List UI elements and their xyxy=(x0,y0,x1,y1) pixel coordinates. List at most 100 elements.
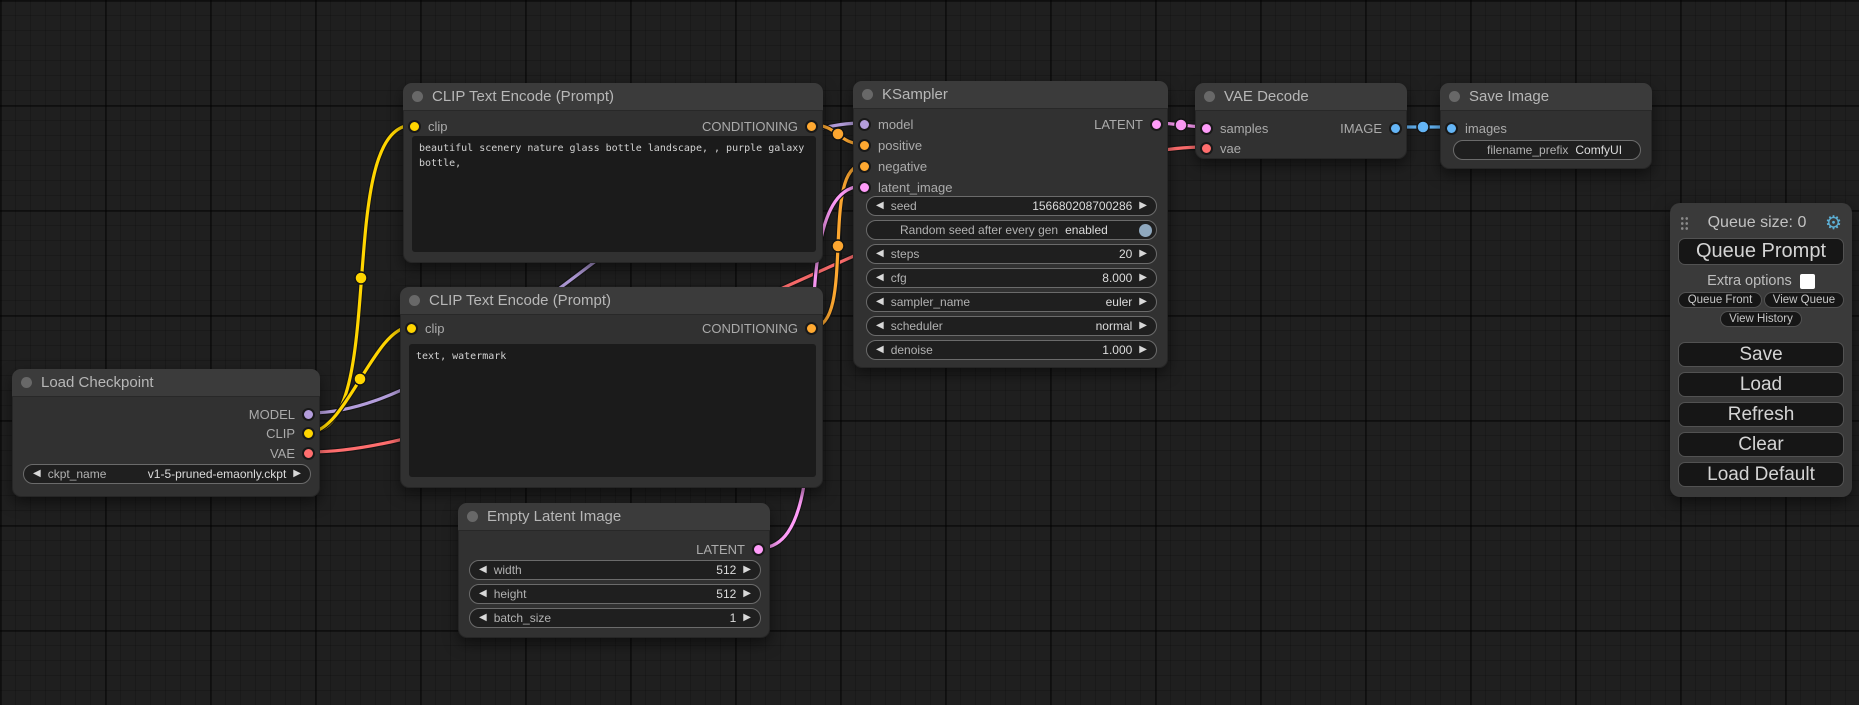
clip-socket-icon[interactable] xyxy=(302,427,315,440)
view-history-button[interactable]: View History xyxy=(1720,311,1802,327)
refresh-button[interactable]: Refresh xyxy=(1678,402,1844,427)
increment-arrow-icon[interactable]: ▶ xyxy=(743,589,751,599)
load-button[interactable]: Load xyxy=(1678,372,1844,397)
increment-arrow-icon[interactable]: ▶ xyxy=(1139,249,1147,259)
collapse-dot-icon[interactable] xyxy=(409,295,420,306)
node-header[interactable]: VAE Decode xyxy=(1195,83,1407,111)
extra-options-checkbox[interactable] xyxy=(1800,274,1815,289)
port-vae-input[interactable]: vae xyxy=(1200,141,1241,155)
node-header[interactable]: CLIP Text Encode (Prompt) xyxy=(400,287,823,315)
decrement-arrow-icon[interactable]: ◀ xyxy=(876,273,884,283)
port-model-input[interactable]: model xyxy=(858,117,913,131)
image-socket-icon[interactable] xyxy=(1389,122,1402,135)
port-latent-image-input[interactable]: latent_image xyxy=(858,180,952,194)
node-header[interactable]: Empty Latent Image xyxy=(458,503,770,531)
node-empty-latent-image[interactable]: Empty Latent Image LATENT ◀ width 512 ▶ … xyxy=(458,503,770,638)
port-latent-output[interactable]: LATENT xyxy=(1094,117,1163,131)
steps-widget[interactable]: ◀ steps 20 ▶ xyxy=(866,244,1157,264)
load-default-button[interactable]: Load Default xyxy=(1678,462,1844,487)
node-header[interactable]: KSampler xyxy=(853,81,1168,109)
sampler-name-widget[interactable]: ◀ sampler_name euler ▶ xyxy=(866,292,1157,312)
queue-prompt-button[interactable]: Queue Prompt xyxy=(1678,238,1844,265)
settings-gear-icon[interactable]: ⚙ xyxy=(1825,214,1842,233)
node-load-checkpoint[interactable]: Load Checkpoint MODEL CLIP VAE ◀ ckpt_na… xyxy=(12,369,320,497)
port-latent-output[interactable]: LATENT xyxy=(696,542,765,556)
collapse-dot-icon[interactable] xyxy=(21,377,32,388)
port-clip-input[interactable]: clip xyxy=(408,119,448,133)
filename-prefix-widget[interactable]: filename_prefix ComfyUI xyxy=(1453,140,1641,160)
toggle-enabled-icon[interactable] xyxy=(1139,224,1152,237)
port-positive-input[interactable]: positive xyxy=(858,138,922,152)
decrement-arrow-icon[interactable]: ◀ xyxy=(33,469,41,479)
batch-size-widget[interactable]: ◀ batch_size 1 ▶ xyxy=(469,608,761,628)
latent-socket-icon[interactable] xyxy=(752,543,765,556)
vae-socket-icon[interactable] xyxy=(1200,142,1213,155)
decrement-arrow-icon[interactable]: ◀ xyxy=(876,297,884,307)
increment-arrow-icon[interactable]: ▶ xyxy=(1139,273,1147,283)
clip-socket-icon[interactable] xyxy=(408,120,421,133)
view-queue-button[interactable]: View Queue xyxy=(1764,292,1844,308)
latent-socket-icon[interactable] xyxy=(1150,118,1163,131)
increment-arrow-icon[interactable]: ▶ xyxy=(1139,345,1147,355)
collapse-dot-icon[interactable] xyxy=(467,511,478,522)
node-header[interactable]: Save Image xyxy=(1440,83,1652,111)
collapse-dot-icon[interactable] xyxy=(1204,91,1215,102)
node-header[interactable]: Load Checkpoint xyxy=(12,369,320,397)
random-seed-toggle-widget[interactable]: Random seed after every gen enabled xyxy=(866,220,1157,240)
vae-socket-icon[interactable] xyxy=(302,447,315,460)
ckpt-name-widget[interactable]: ◀ ckpt_name v1-5-pruned-emaonly.ckpt ▶ xyxy=(23,464,311,484)
node-vae-decode[interactable]: VAE Decode samples IMAGE vae xyxy=(1195,83,1407,159)
node-ksampler[interactable]: KSampler model LATENT positive negative … xyxy=(853,81,1168,368)
drag-handle-icon[interactable] xyxy=(1680,216,1689,231)
decrement-arrow-icon[interactable]: ◀ xyxy=(876,249,884,259)
model-socket-icon[interactable] xyxy=(302,408,315,421)
port-image-output[interactable]: IMAGE xyxy=(1340,121,1402,135)
latent-socket-icon[interactable] xyxy=(1200,122,1213,135)
width-widget[interactable]: ◀ width 512 ▶ xyxy=(469,560,761,580)
collapse-dot-icon[interactable] xyxy=(1449,91,1460,102)
port-samples-input[interactable]: samples xyxy=(1200,121,1268,135)
clip-socket-icon[interactable] xyxy=(405,322,418,335)
decrement-arrow-icon[interactable]: ◀ xyxy=(479,565,487,575)
increment-arrow-icon[interactable]: ▶ xyxy=(743,613,751,623)
decrement-arrow-icon[interactable]: ◀ xyxy=(479,589,487,599)
decrement-arrow-icon[interactable]: ◀ xyxy=(479,613,487,623)
conditioning-socket-icon[interactable] xyxy=(805,120,818,133)
node-clip-text-encode-positive[interactable]: CLIP Text Encode (Prompt) clip CONDITION… xyxy=(403,83,823,263)
scheduler-widget[interactable]: ◀ scheduler normal ▶ xyxy=(866,316,1157,336)
negative-prompt-textarea[interactable]: text, watermark xyxy=(409,344,816,477)
latent-socket-icon[interactable] xyxy=(858,181,871,194)
node-clip-text-encode-negative[interactable]: CLIP Text Encode (Prompt) clip CONDITION… xyxy=(400,287,823,488)
cfg-widget[interactable]: ◀ cfg 8.000 ▶ xyxy=(866,268,1157,288)
model-socket-icon[interactable] xyxy=(858,118,871,131)
decrement-arrow-icon[interactable]: ◀ xyxy=(876,321,884,331)
save-button[interactable]: Save xyxy=(1678,342,1844,367)
increment-arrow-icon[interactable]: ▶ xyxy=(1139,201,1147,211)
increment-arrow-icon[interactable]: ▶ xyxy=(293,469,301,479)
conditioning-socket-icon[interactable] xyxy=(858,160,871,173)
seed-widget[interactable]: ◀ seed 156680208700286 ▶ xyxy=(866,196,1157,216)
node-header[interactable]: CLIP Text Encode (Prompt) xyxy=(403,83,823,111)
conditioning-socket-icon[interactable] xyxy=(805,322,818,335)
increment-arrow-icon[interactable]: ▶ xyxy=(743,565,751,575)
height-widget[interactable]: ◀ height 512 ▶ xyxy=(469,584,761,604)
positive-prompt-textarea[interactable]: beautiful scenery nature glass bottle la… xyxy=(412,136,816,252)
conditioning-socket-icon[interactable] xyxy=(858,139,871,152)
port-conditioning-output[interactable]: CONDITIONING xyxy=(702,321,818,335)
node-save-image[interactable]: Save Image images filename_prefix ComfyU… xyxy=(1440,83,1652,169)
queue-front-button[interactable]: Queue Front xyxy=(1678,292,1762,308)
collapse-dot-icon[interactable] xyxy=(412,91,423,102)
port-clip-output[interactable]: CLIP xyxy=(266,426,315,440)
port-conditioning-output[interactable]: CONDITIONING xyxy=(702,119,818,133)
port-clip-input[interactable]: clip xyxy=(405,321,445,335)
collapse-dot-icon[interactable] xyxy=(862,89,873,100)
port-vae-output[interactable]: VAE xyxy=(270,446,315,460)
port-negative-input[interactable]: negative xyxy=(858,159,927,173)
decrement-arrow-icon[interactable]: ◀ xyxy=(876,201,884,211)
node-graph-canvas[interactable]: Load Checkpoint MODEL CLIP VAE ◀ ckpt_na… xyxy=(0,0,1859,705)
clear-button[interactable]: Clear xyxy=(1678,432,1844,457)
increment-arrow-icon[interactable]: ▶ xyxy=(1139,321,1147,331)
denoise-widget[interactable]: ◀ denoise 1.000 ▶ xyxy=(866,340,1157,360)
image-socket-icon[interactable] xyxy=(1445,122,1458,135)
increment-arrow-icon[interactable]: ▶ xyxy=(1139,297,1147,307)
